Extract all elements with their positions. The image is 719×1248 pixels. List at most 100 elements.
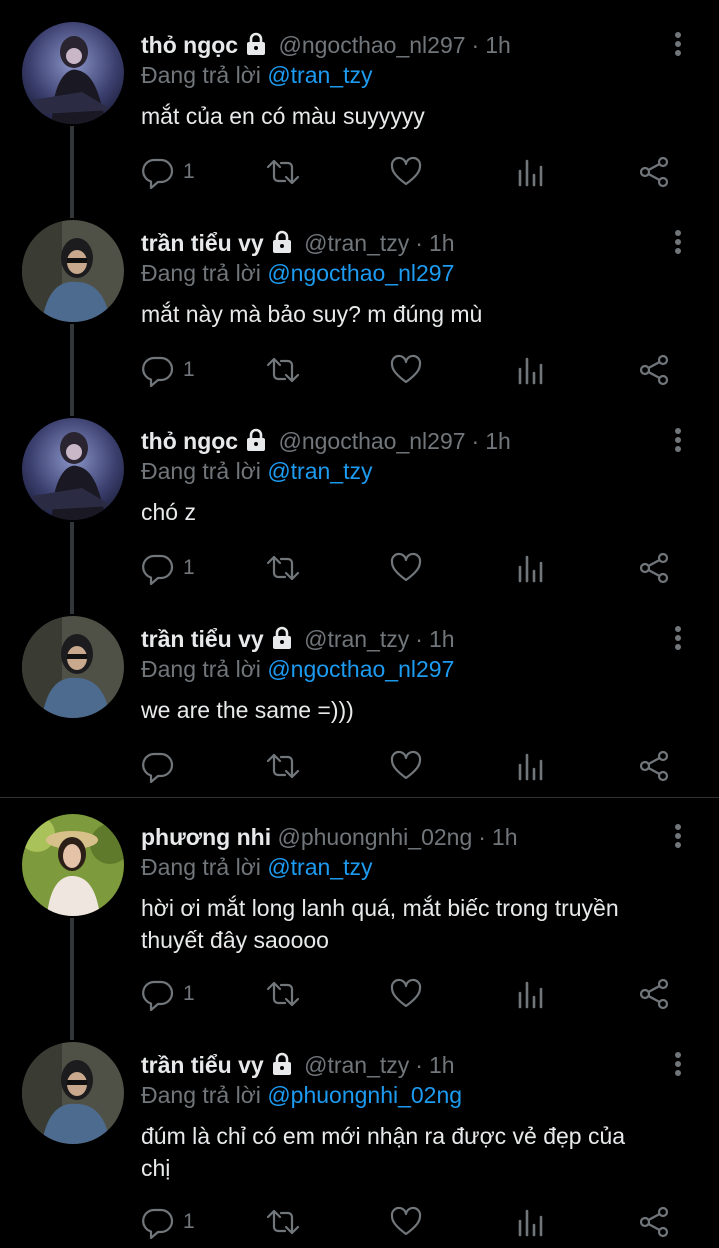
user-handle[interactable]: @ngocthao_nl297 bbox=[278, 428, 465, 454]
avatar[interactable] bbox=[22, 1042, 124, 1144]
mention-link[interactable]: @phuongnhi_02ng bbox=[267, 1082, 462, 1108]
views-button[interactable] bbox=[515, 550, 545, 586]
display-name[interactable]: trần tiểu vy bbox=[141, 230, 264, 256]
share-button[interactable] bbox=[637, 1204, 671, 1240]
views-button[interactable] bbox=[515, 154, 545, 190]
retweet-button[interactable] bbox=[265, 352, 301, 388]
tweet-text-line: đúm là chỉ có em mới nhận ra được vẻ đẹp… bbox=[141, 1123, 626, 1149]
user-handle[interactable]: @ngocthao_nl297 bbox=[278, 32, 465, 58]
replying-to: Đang trả lời @tran_tzy bbox=[141, 456, 372, 486]
heart-icon bbox=[389, 551, 423, 585]
mention-link[interactable]: @tran_tzy bbox=[267, 458, 372, 484]
more-vertical-icon[interactable] bbox=[668, 426, 688, 456]
reply-button[interactable] bbox=[141, 748, 183, 784]
timestamp[interactable]: 1h bbox=[492, 824, 518, 850]
tweet-text-line: hời ơi mắt long lanh quá, mắt biếc trong… bbox=[141, 895, 619, 921]
reply-button[interactable]: 1 bbox=[141, 352, 195, 388]
views-button[interactable] bbox=[515, 748, 545, 784]
tweet[interactable]: trần tiểu vy @tran_tzy · 1h Đang trả lời @… bbox=[0, 220, 719, 400]
replying-to: Đang trả lời @ngocthao_nl297 bbox=[141, 258, 454, 288]
like-button[interactable] bbox=[389, 976, 423, 1012]
like-button[interactable] bbox=[389, 550, 423, 586]
display-name[interactable]: phương nhi bbox=[141, 824, 271, 850]
retweet-icon bbox=[265, 977, 301, 1011]
retweet-button[interactable] bbox=[265, 976, 301, 1012]
timestamp[interactable]: 1h bbox=[429, 1052, 455, 1078]
retweet-icon bbox=[265, 155, 301, 189]
share-button[interactable] bbox=[637, 550, 671, 586]
tweet-text-line: chị bbox=[141, 1155, 171, 1181]
views-button[interactable] bbox=[515, 976, 545, 1012]
tweet-text: mắt này mà bảo suy? m đúng mù bbox=[141, 298, 681, 330]
share-icon bbox=[637, 749, 671, 783]
avatar[interactable] bbox=[22, 220, 124, 322]
user-handle[interactable]: @tran_tzy bbox=[304, 1052, 409, 1078]
retweet-button[interactable] bbox=[265, 154, 301, 190]
share-button[interactable] bbox=[637, 352, 671, 388]
tweet-text: mắt của en có màu suyyyyy bbox=[141, 100, 681, 132]
mention-link[interactable]: @ngocthao_nl297 bbox=[267, 260, 454, 286]
display-name[interactable]: thỏ ngọc bbox=[141, 32, 238, 58]
views-button[interactable] bbox=[515, 1204, 545, 1240]
tweet[interactable]: trần tiểu vy @tran_tzy · 1h Đang trả lời @… bbox=[0, 1042, 719, 1248]
more-vertical-icon[interactable] bbox=[668, 30, 688, 60]
lock-icon bbox=[270, 626, 294, 657]
more-vertical-icon[interactable] bbox=[668, 822, 688, 852]
mention-link[interactable]: @tran_tzy bbox=[267, 62, 372, 88]
reply-button[interactable]: 1 bbox=[141, 154, 195, 190]
more-vertical-icon[interactable] bbox=[668, 1050, 688, 1080]
avatar[interactable] bbox=[22, 814, 124, 916]
like-button[interactable] bbox=[389, 1204, 423, 1240]
share-icon bbox=[637, 551, 671, 585]
reply-count: 1 bbox=[183, 1210, 195, 1233]
reply-button[interactable]: 1 bbox=[141, 550, 195, 586]
reply-button[interactable]: 1 bbox=[141, 1204, 195, 1240]
avatar[interactable] bbox=[22, 22, 124, 124]
share-button[interactable] bbox=[637, 976, 671, 1012]
like-button[interactable] bbox=[389, 748, 423, 784]
retweet-button[interactable] bbox=[265, 550, 301, 586]
action-bar: 1 bbox=[141, 976, 701, 1012]
user-handle[interactable]: @phuongnhi_02ng bbox=[277, 824, 472, 850]
user-handle[interactable]: @tran_tzy bbox=[304, 626, 409, 652]
heart-icon bbox=[389, 749, 423, 783]
views-button[interactable] bbox=[515, 352, 545, 388]
reply-icon bbox=[141, 977, 175, 1011]
tweet-text-line: chó z bbox=[141, 499, 196, 525]
like-button[interactable] bbox=[389, 154, 423, 190]
more-vertical-icon[interactable] bbox=[668, 624, 688, 654]
timestamp[interactable]: 1h bbox=[485, 428, 511, 454]
share-icon bbox=[637, 155, 671, 189]
avatar[interactable] bbox=[22, 418, 124, 520]
divider bbox=[0, 797, 719, 798]
tweet[interactable]: phương nhi @phuongnhi_02ng · 1h Đang trả l… bbox=[0, 814, 719, 1034]
share-button[interactable] bbox=[637, 748, 671, 784]
display-name[interactable]: thỏ ngọc bbox=[141, 428, 238, 454]
reply-icon bbox=[141, 1205, 175, 1239]
timestamp[interactable]: 1h bbox=[485, 32, 511, 58]
tweet[interactable]: trần tiểu vy @tran_tzy · 1h Đang trả lời @… bbox=[0, 616, 719, 796]
user-handle[interactable]: @tran_tzy bbox=[304, 230, 409, 256]
tweet-text: đúm là chỉ có em mới nhận ra được vẻ đẹp… bbox=[141, 1120, 681, 1184]
separator-dot: · bbox=[415, 230, 423, 256]
display-name[interactable]: trần tiểu vy bbox=[141, 1052, 264, 1078]
mention-link[interactable]: @tran_tzy bbox=[267, 854, 372, 880]
tweet-text: chó z bbox=[141, 496, 681, 528]
retweet-button[interactable] bbox=[265, 1204, 301, 1240]
like-button[interactable] bbox=[389, 352, 423, 388]
timestamp[interactable]: 1h bbox=[429, 626, 455, 652]
display-name[interactable]: trần tiểu vy bbox=[141, 626, 264, 652]
separator-dot: · bbox=[415, 1052, 423, 1078]
tweet[interactable]: thỏ ngọc @ngocthao_nl297 · 1h Đang trả lời… bbox=[0, 418, 719, 598]
tweet[interactable]: thỏ ngọc @ngocthao_nl297 · 1h Đang trả lời… bbox=[0, 22, 719, 202]
retweet-icon bbox=[265, 551, 301, 585]
tweet-header: thỏ ngọc @ngocthao_nl297 · 1h bbox=[141, 30, 511, 63]
mention-link[interactable]: @ngocthao_nl297 bbox=[267, 656, 454, 682]
avatar[interactable] bbox=[22, 616, 124, 718]
timestamp[interactable]: 1h bbox=[429, 230, 455, 256]
reply-button[interactable]: 1 bbox=[141, 976, 195, 1012]
share-button[interactable] bbox=[637, 154, 671, 190]
retweet-icon bbox=[265, 749, 301, 783]
retweet-button[interactable] bbox=[265, 748, 301, 784]
more-vertical-icon[interactable] bbox=[668, 228, 688, 258]
